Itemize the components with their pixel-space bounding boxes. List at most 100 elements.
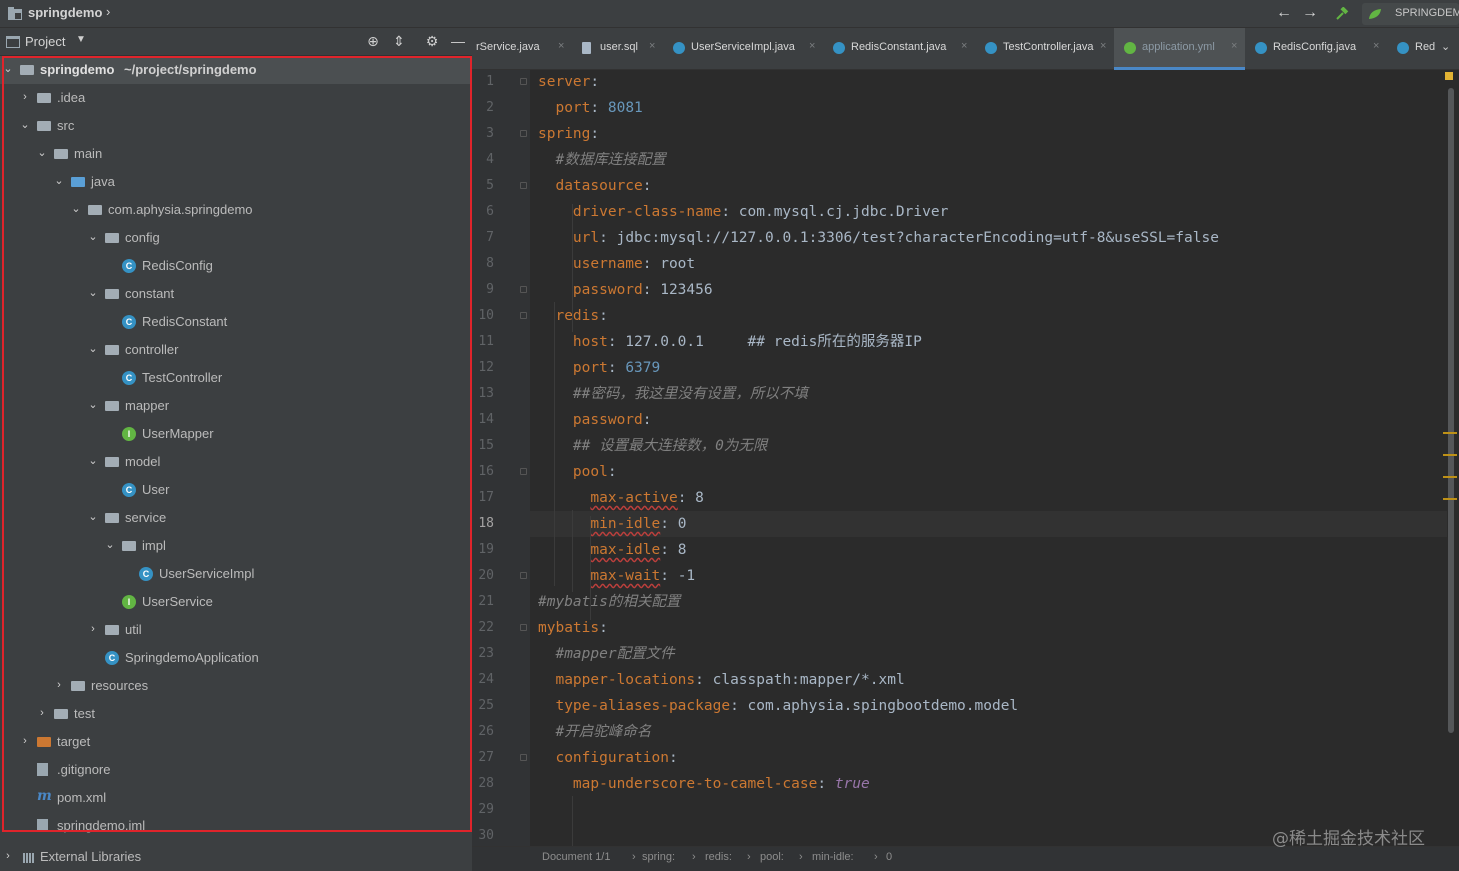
fold-marker-icon[interactable] [520, 468, 527, 475]
tree-item-userserviceimpl[interactable]: C UserServiceImpl [0, 560, 472, 588]
code-line[interactable]: mapper-locations: classpath:mapper/*.xml [538, 667, 904, 693]
code-line[interactable]: port: 6379 [538, 355, 660, 381]
tree-item-com-aphysia-springdemo[interactable]: ⌄ com.aphysia.springdemo [0, 196, 472, 224]
code-line[interactable]: #开启驼峰命名 [538, 719, 651, 745]
error-stripe-mark[interactable] [1443, 454, 1457, 456]
tree-item-springdemoapplication[interactable]: C SpringdemoApplication [0, 644, 472, 672]
fold-marker-icon[interactable] [520, 754, 527, 761]
tree-item-java[interactable]: ⌄ java [0, 168, 472, 196]
fold-marker-icon[interactable] [520, 572, 527, 579]
tree-item-gitignore[interactable]: .gitignore [0, 756, 472, 784]
chevron-down-icon[interactable]: ⌄ [70, 202, 82, 216]
tree-item-model[interactable]: ⌄ model [0, 448, 472, 476]
tree-item-constant[interactable]: ⌄ constant [0, 280, 472, 308]
code-line[interactable]: ##密码，我这里没有设置，所以不填 [538, 381, 808, 407]
code-line[interactable]: spring: [538, 121, 599, 147]
code-line[interactable]: map-underscore-to-camel-case: true [538, 771, 870, 797]
chevron-down-icon[interactable]: ⌄ [53, 174, 65, 188]
code-line[interactable]: configuration: [538, 745, 677, 771]
chevron-down-icon[interactable]: ⌄ [87, 398, 99, 412]
code-line[interactable]: ## 设置最大连接数，0为无限 [538, 433, 767, 459]
breadcrumb-project[interactable]: springdemo [28, 5, 102, 20]
chevron-down-icon[interactable]: ⌄ [1441, 40, 1450, 53]
tree-item-main[interactable]: ⌄ main [0, 140, 472, 168]
code-line[interactable]: mybatis: [538, 615, 608, 641]
fold-marker-icon[interactable] [520, 182, 527, 189]
tree-item-service[interactable]: ⌄ service [0, 504, 472, 532]
close-icon[interactable]: × [1100, 40, 1106, 52]
tab-application-yml[interactable]: application.yml × [1114, 28, 1245, 70]
chevron-down-icon[interactable]: ⌄ [87, 342, 99, 356]
yaml-path-item[interactable]: 0 [886, 851, 892, 863]
project-view-selector[interactable]: Project [25, 34, 65, 49]
tree-item-impl[interactable]: ⌄ impl [0, 532, 472, 560]
tree-item-pom-xml[interactable]: m pom.xml [0, 784, 472, 812]
tab-red[interactable]: Red ⌄ [1387, 28, 1459, 70]
code-line[interactable]: type-aliases-package: com.aphysia.spingb… [538, 693, 1018, 719]
code-line[interactable]: username: root [538, 251, 695, 277]
code-line[interactable]: server: [538, 70, 599, 95]
error-stripe-mark[interactable] [1443, 476, 1457, 478]
chevron-right-icon[interactable]: › [2, 849, 14, 863]
close-icon[interactable]: × [558, 40, 564, 52]
tab-redisconstant-java[interactable]: RedisConstant.java × [823, 28, 975, 70]
tree-item-user[interactable]: C User [0, 476, 472, 504]
code-line[interactable]: host: 127.0.0.1 ## redis所在的服务器IP [538, 329, 922, 355]
fold-marker-icon[interactable] [520, 624, 527, 631]
close-icon[interactable]: × [1373, 40, 1379, 52]
tree-item-controller[interactable]: ⌄ controller [0, 336, 472, 364]
code-line[interactable]: url: jdbc:mysql://127.0.0.1:3306/test?ch… [538, 225, 1219, 251]
tree-item-external-libraries[interactable]: › External Libraries [0, 845, 472, 871]
code-line[interactable]: min-idle: 0 [538, 511, 686, 537]
code-line[interactable]: #mapper配置文件 [538, 641, 674, 667]
close-icon[interactable]: × [809, 40, 815, 52]
chevron-right-icon[interactable]: › [87, 622, 99, 636]
chevron-down-icon[interactable]: ⌄ [104, 538, 116, 552]
tree-item-springdemo[interactable]: ⌄ springdemo ~/project/springdemo [0, 56, 472, 84]
tree-item-usermapper[interactable]: I UserMapper [0, 420, 472, 448]
close-icon[interactable]: × [649, 40, 655, 52]
error-stripe-mark[interactable] [1443, 498, 1457, 500]
run-configuration-selector[interactable]: SPRINGDEM [1362, 3, 1459, 25]
chevron-down-icon[interactable]: ⌄ [87, 286, 99, 300]
tree-item-target[interactable]: › target [0, 728, 472, 756]
tree-item-config[interactable]: ⌄ config [0, 224, 472, 252]
fold-marker-icon[interactable] [520, 286, 527, 293]
chevron-down-icon[interactable]: ⌄ [87, 454, 99, 468]
tree-item-resources[interactable]: › resources [0, 672, 472, 700]
tab-testcontroller-java[interactable]: TestController.java × [975, 28, 1114, 70]
close-icon[interactable]: × [1231, 40, 1237, 52]
gear-icon[interactable]: ⚙ [424, 33, 440, 49]
yaml-path-item[interactable]: redis: [705, 851, 732, 863]
code-line[interactable]: #数据库连接配置 [538, 147, 665, 173]
code-line[interactable]: datasource: [538, 173, 651, 199]
tree-item-test[interactable]: › test [0, 700, 472, 728]
tree-item-springdemo-iml[interactable]: springdemo.iml [0, 812, 472, 840]
tree-item-testcontroller[interactable]: C TestController [0, 364, 472, 392]
chevron-down-icon[interactable]: ⌄ [36, 146, 48, 160]
chevron-down-icon[interactable]: ⌄ [2, 62, 14, 76]
collapse-all-icon[interactable]: ⇕ [391, 33, 407, 49]
code-line[interactable]: driver-class-name: com.mysql.cj.jdbc.Dri… [538, 199, 948, 225]
code-line[interactable]: max-wait: -1 [538, 563, 695, 589]
tree-item-userservice[interactable]: I UserService [0, 588, 472, 616]
chevron-down-icon[interactable]: ⌄ [87, 230, 99, 244]
code-line[interactable]: port: 8081 [538, 95, 642, 121]
code-line[interactable]: max-active: 8 [538, 485, 704, 511]
tree-item-src[interactable]: ⌄ src [0, 112, 472, 140]
tree-item-idea[interactable]: › .idea [0, 84, 472, 112]
hide-panel-icon[interactable]: — [450, 33, 466, 49]
code-line[interactable]: max-idle: 8 [538, 537, 686, 563]
locate-file-icon[interactable]: ⊕ [365, 33, 381, 49]
chevron-right-icon[interactable]: › [53, 678, 65, 692]
tree-item-redisconstant[interactable]: C RedisConstant [0, 308, 472, 336]
vertical-scrollbar-thumb[interactable] [1448, 88, 1454, 733]
chevron-right-icon[interactable]: › [19, 90, 31, 104]
forward-arrow-icon[interactable]: → [1302, 4, 1318, 22]
close-icon[interactable]: × [961, 40, 967, 52]
chevron-down-icon[interactable]: ⌄ [87, 510, 99, 524]
chevron-down-icon[interactable]: ⌄ [19, 118, 31, 132]
back-arrow-icon[interactable]: ← [1276, 4, 1292, 22]
yaml-path-item[interactable]: min-idle: [812, 851, 854, 863]
tab-redisconfig-java[interactable]: RedisConfig.java × [1245, 28, 1387, 70]
